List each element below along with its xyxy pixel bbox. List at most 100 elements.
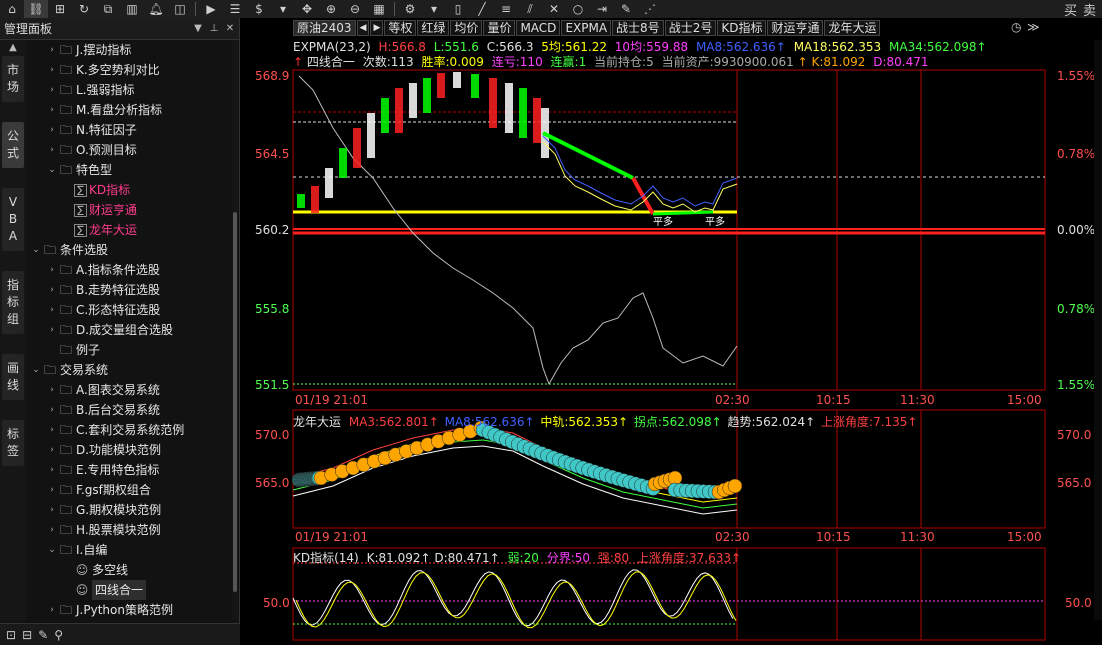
tab-market[interactable]: 市场: [2, 56, 24, 102]
tree-item[interactable]: ∑ 龙年大运: [26, 220, 234, 240]
sell-button[interactable]: 卖: [1083, 0, 1096, 19]
zoom-out-icon[interactable]: ⊖: [343, 0, 367, 18]
tab-indicator-group[interactable]: 指标组: [2, 271, 24, 334]
indicator-tab[interactable]: 战士2号: [664, 20, 717, 36]
zoom-in-icon[interactable]: ⊕: [319, 0, 343, 18]
indicator-tab[interactable]: 红绿: [417, 20, 450, 36]
tab-formula[interactable]: 公式: [2, 122, 24, 168]
tree-item[interactable]: ⌄ 🗀︎ 条件选股: [26, 240, 234, 260]
chevron-right-icon[interactable]: ›: [46, 80, 58, 100]
chevron-up-icon[interactable]: ▲: [2, 42, 24, 53]
chevron-right-icon[interactable]: ›: [46, 480, 58, 500]
bell-icon[interactable]: 🔔︎: [144, 0, 168, 18]
tree-scrollbar[interactable]: [232, 40, 238, 620]
chevron-right-icon[interactable]: ›: [46, 120, 58, 140]
tree-item[interactable]: › 🗀︎ B.走势特征选股: [26, 280, 234, 300]
tree-item[interactable]: › 🗀︎ G.期权模块范例: [26, 500, 234, 520]
buy-button[interactable]: 买: [1064, 0, 1077, 19]
tree-item[interactable]: › 🗀︎ F.gsf期权组合: [26, 480, 234, 500]
tree-item[interactable]: ⌄ 🗀︎ I.自编: [26, 540, 234, 560]
chevron-down-icon[interactable]: ⌄: [30, 240, 42, 260]
chevron-down-icon[interactable]: ⌄: [30, 360, 42, 380]
chevron-right-icon[interactable]: ›: [46, 460, 58, 480]
play-icon[interactable]: ▶: [199, 0, 223, 18]
chevron-right-icon[interactable]: ›: [46, 300, 58, 320]
tree-item[interactable]: ☺ 多空线: [26, 560, 234, 580]
indicator-tab[interactable]: EXPMA: [561, 20, 612, 36]
tree-item[interactable]: 🗀︎ 例子: [26, 340, 234, 360]
home-icon[interactable]: ⌂: [0, 0, 24, 18]
cursor-icon[interactable]: ▯: [446, 0, 470, 18]
tree-item[interactable]: ⌄ 🗀︎ 特色型: [26, 160, 234, 180]
chevron-right-icon[interactable]: ›: [46, 320, 58, 340]
multi-line-icon[interactable]: ≡: [494, 0, 518, 18]
chart-area[interactable]: 平多 平多 原油2403 ◀ ▶ 等权 红绿 均价 量价 MACD EXPMA 战士8号 战士2号 KD…: [243, 18, 1102, 645]
copy-icon[interactable]: ⧉: [96, 0, 120, 18]
chevron-right-icon[interactable]: ›: [46, 600, 58, 620]
chevron-right-icon[interactable]: ›: [46, 440, 58, 460]
chevron-right-icon[interactable]: ›: [46, 420, 58, 440]
chevron-down-icon[interactable]: ⌄: [46, 160, 58, 180]
tab-drawing[interactable]: 画线: [2, 354, 24, 400]
indicator-tab[interactable]: 战士8号: [612, 20, 664, 36]
tree-item[interactable]: › 🗀︎ A.指标条件选股: [26, 260, 234, 280]
line-tool-icon[interactable]: ╱: [470, 0, 494, 18]
tree-item[interactable]: › 🗀︎ L.强弱指标: [26, 80, 234, 100]
chevron-down-icon[interactable]: ⌄: [46, 540, 58, 560]
refresh-icon[interactable]: ↻: [72, 0, 96, 18]
chevron-down-icon[interactable]: ▾: [422, 0, 446, 18]
chart-icon[interactable]: ◫: [168, 0, 192, 18]
tab-label[interactable]: 标签: [2, 420, 24, 466]
indicator-tab[interactable]: 财运亨通: [767, 20, 824, 36]
tree-item[interactable]: ∑ 财运亨通: [26, 200, 234, 220]
indicator-tab[interactable]: KD指标: [717, 20, 767, 36]
tree-item[interactable]: › 🗀︎ C.形态特征选股: [26, 300, 234, 320]
cross-icon[interactable]: ✕: [542, 0, 566, 18]
link-icon[interactable]: ⛓: [24, 0, 48, 18]
chevron-right-icon[interactable]: ›: [46, 400, 58, 420]
chevron-down-icon[interactable]: ▾: [271, 0, 295, 18]
close-icon[interactable]: ✕: [223, 23, 237, 34]
next-arrow-icon[interactable]: ▶: [370, 20, 384, 36]
tree-item[interactable]: › 🗀︎ B.后台交易系统: [26, 400, 234, 420]
tree-item[interactable]: › 🗀︎ J.Python策略范例: [26, 600, 234, 620]
chevron-right-icon[interactable]: ›: [46, 40, 58, 60]
formula-edit-icon[interactable]: ⊟: [22, 628, 32, 642]
pencil-icon[interactable]: ✎: [38, 628, 48, 642]
doc-icon[interactable]: ☰: [223, 0, 247, 18]
pencil-icon[interactable]: ✎: [614, 0, 638, 18]
indicator-tab[interactable]: 原油2403: [293, 20, 356, 36]
tree-item[interactable]: ⌄ 🗀︎ 交易系统: [26, 360, 234, 380]
move-icon[interactable]: ✥: [295, 0, 319, 18]
tree-item[interactable]: › 🗀︎ J.摆动指标: [26, 40, 234, 60]
parallel-icon[interactable]: ⫽: [518, 0, 542, 18]
chevron-right-icon[interactable]: ›: [46, 100, 58, 120]
chevron-right-icon[interactable]: ›: [46, 280, 58, 300]
prev-arrow-icon[interactable]: ◀: [356, 20, 370, 36]
grid-icon[interactable]: ⊞: [48, 0, 72, 18]
chevron-right-icon[interactable]: ›: [46, 260, 58, 280]
tab-vba[interactable]: VBA: [2, 188, 24, 251]
scrollbar-thumb[interactable]: [233, 212, 237, 592]
tree-item[interactable]: › 🗀︎ D.功能模块范例: [26, 440, 234, 460]
tree-item[interactable]: › 🗀︎ C.套利交易系统范例: [26, 420, 234, 440]
indicator-tab[interactable]: 等权: [384, 20, 417, 36]
chevron-right-icon[interactable]: ›: [46, 500, 58, 520]
tree-item[interactable]: › 🗀︎ O.预测目标: [26, 140, 234, 160]
chevron-right-icon[interactable]: ›: [46, 380, 58, 400]
tree-item[interactable]: › 🗀︎ A.图表交易系统: [26, 380, 234, 400]
dollar-icon[interactable]: $: [247, 0, 271, 18]
grid-small-icon[interactable]: ▦: [367, 0, 391, 18]
new-formula-icon[interactable]: ⊡: [6, 628, 16, 642]
indicator-tab[interactable]: 均价: [450, 20, 483, 36]
tree-item[interactable]: › 🗀︎ D.成交量组合选股: [26, 320, 234, 340]
pin-icon[interactable]: ⊥: [207, 23, 221, 34]
chevron-down-icon[interactable]: ▼: [191, 23, 205, 34]
tree-item[interactable]: › 🗀︎ E.专用特色指标: [26, 460, 234, 480]
circle-icon[interactable]: ○: [566, 0, 590, 18]
arrow-icon[interactable]: ⇥: [590, 0, 614, 18]
indicator-tab[interactable]: 龙年大运: [824, 20, 881, 36]
tool-extra-icon[interactable]: ⋰: [638, 0, 662, 18]
tree-item[interactable]: › 🗀︎ M.看盘分析指标: [26, 100, 234, 120]
chevron-right-icon[interactable]: ›: [46, 140, 58, 160]
